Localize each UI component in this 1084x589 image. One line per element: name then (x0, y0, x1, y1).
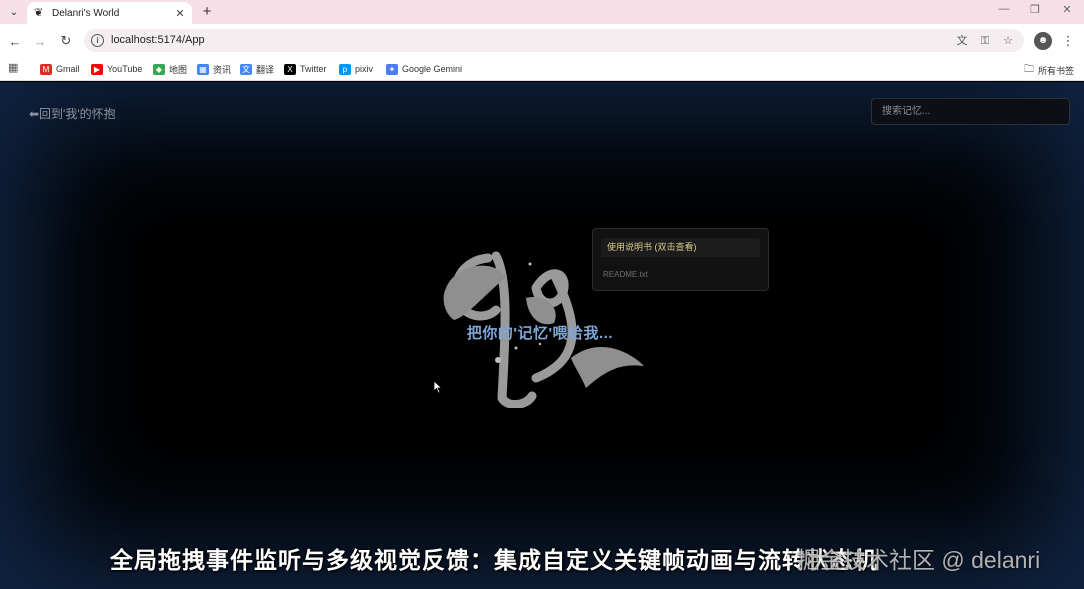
bookmark-item[interactable]: ▦ 资讯 (197, 62, 231, 76)
folder-icon: 🗀 (1023, 64, 1034, 75)
bookmark-item[interactable]: X Twitter (284, 62, 327, 76)
bookmark-label: Twitter (300, 64, 327, 74)
forward-button[interactable]: → (31, 32, 49, 50)
bookmark-label: Google Gemini (402, 64, 463, 74)
new-tab-button[interactable]: + (198, 2, 216, 20)
all-bookmarks-label: 所有书签 (1037, 66, 1074, 76)
readme-file-item[interactable]: 使用说明书 (双击查看) (601, 238, 760, 257)
back-link[interactable]: ⬅回到'我'的怀抱 (29, 105, 116, 122)
reload-button[interactable]: ↻ (57, 32, 75, 50)
gmail-icon: M (40, 63, 52, 75)
watermark: 掘金技术社区 @ delanri (797, 547, 1041, 573)
x-icon: X (284, 63, 296, 75)
bookmark-star-icon[interactable]: ☆ (1000, 33, 1016, 49)
address-bar[interactable]: i localhost:5174/App 文 ⚿ ☆ (84, 29, 1024, 52)
bookmark-label: 地图 (169, 64, 188, 75)
bookmark-label: YouTube (107, 64, 143, 74)
back-button[interactable]: ← (6, 32, 24, 50)
close-tab-icon[interactable]: ✕ (172, 7, 188, 20)
bookmarks-bar: ▦ M Gmail ▶ YouTube ◆ 地图 ▦ 资讯文翻译 X Twitter p pixiv ✦… (0, 57, 1084, 81)
maps-icon: ◆ (153, 63, 165, 75)
drop-zone-hint: 把你的'记忆'喂给我... (466, 325, 614, 342)
url-text[interactable]: localhost:5174/App (111, 34, 205, 46)
pixiv-icon: p (339, 63, 351, 75)
bookmark-label: 资讯 (213, 64, 232, 75)
profile-avatar[interactable]: ☻ (1034, 32, 1052, 50)
search-input[interactable] (871, 98, 1070, 125)
bookmark-item[interactable]: ▶ YouTube (91, 62, 142, 76)
browser-tab[interactable]: ❦ Delanri's World ✕ (27, 2, 192, 24)
mouse-cursor-icon (433, 380, 443, 394)
translate-page-icon[interactable]: 文 (954, 33, 970, 49)
bookmark-item[interactable]: 文翻译 (240, 62, 274, 76)
file-panel: 使用说明书 (双击查看) README.txt (592, 228, 769, 291)
site-favicon-icon: ❦ (34, 7, 44, 19)
bookmark-item[interactable]: ✦ Google Gemini (386, 62, 462, 76)
minimize-button[interactable]: — (994, 3, 1014, 15)
apps-grid-icon[interactable]: ▦ (8, 62, 20, 74)
browser-menu-icon[interactable]: ⋮ (1060, 32, 1076, 50)
site-info-icon[interactable]: i (91, 34, 104, 47)
translate-icon: 文 (240, 63, 252, 75)
bookmark-item[interactable]: p pixiv (339, 62, 373, 76)
bookmark-label: 翻译 (256, 64, 275, 75)
bookmark-label: pixiv (355, 64, 374, 74)
browser-toolbar: ← → ↻ i localhost:5174/App 文 ⚿ ☆ ☻ ⋮ (0, 24, 1084, 57)
bookmark-label: Gmail (56, 64, 80, 74)
bookmark-item[interactable]: ◆ 地图 (153, 62, 187, 76)
tab-title: Delanri's World (52, 7, 120, 19)
restore-button[interactable]: ❐ (1025, 3, 1045, 16)
bookmark-item[interactable]: M Gmail (40, 62, 80, 76)
file-name-label: README.txt (603, 270, 648, 279)
tab-strip: ⌄ ❦ Delanri's World ✕ + — ❐ ✕ (0, 0, 1084, 24)
app-page: ⬅回到'我'的怀抱 把你的'记忆'喂给我... 使用说明书 (双击查看) REA… (0, 82, 1084, 589)
tab-search-button[interactable]: ⌄ (5, 3, 23, 21)
close-window-button[interactable]: ✕ (1057, 3, 1077, 16)
all-bookmarks-button[interactable]: 🗀 所有书签 (1024, 62, 1074, 79)
news-icon: ▦ (197, 63, 209, 75)
gemini-icon: ✦ (386, 63, 398, 75)
youtube-icon: ▶ (91, 63, 103, 75)
password-key-icon[interactable]: ⚿ (977, 33, 993, 49)
video-caption: 全局拖拽事件监听与多级视觉反馈：集成自定义关键帧动画与流转状态机 (110, 547, 878, 573)
